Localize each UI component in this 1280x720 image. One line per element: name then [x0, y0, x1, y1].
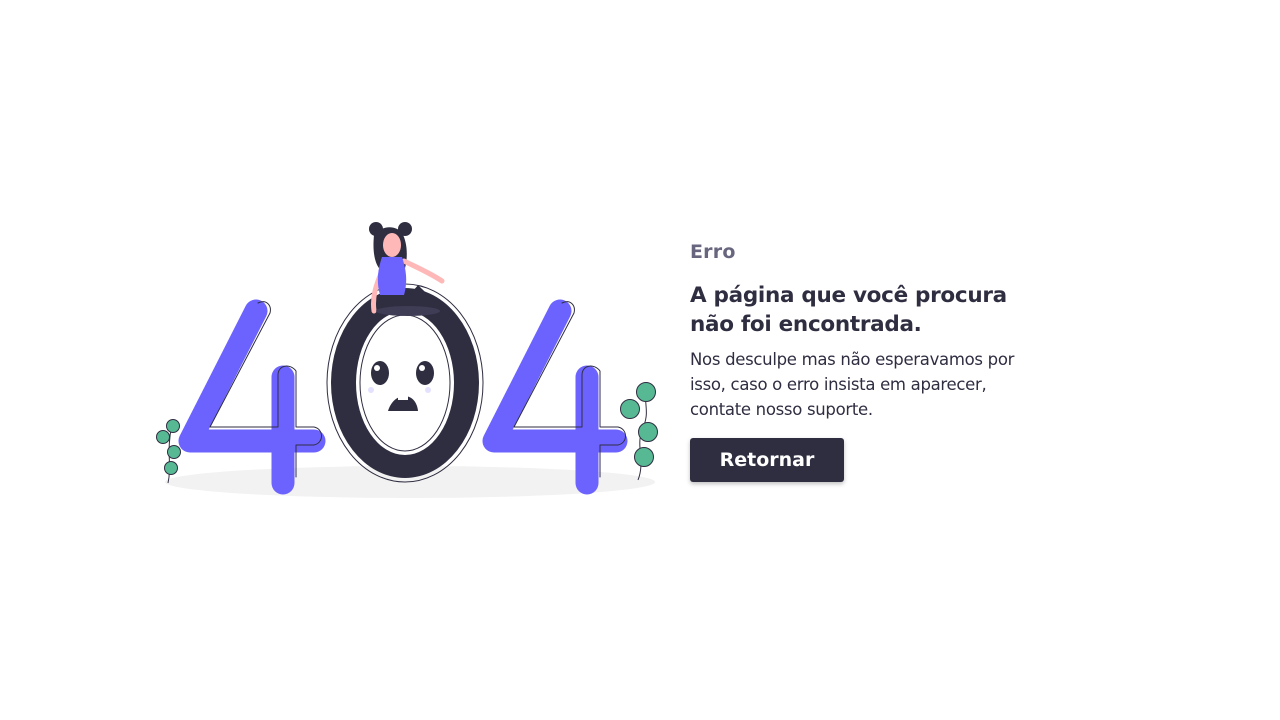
left-eye	[371, 361, 389, 385]
error-description: Nos desculpe mas não esperavamos por iss…	[690, 350, 1015, 419]
error-label: Erro	[690, 241, 736, 263]
return-button[interactable]: Retornar	[690, 438, 844, 482]
plant-icon	[620, 382, 658, 481]
error-title: A página que você procura não foi encont…	[690, 283, 1007, 337]
error-content: Erro A página que você procura não foi e…	[690, 238, 1050, 482]
digit-four-left	[178, 299, 326, 495]
digit-four-right	[482, 299, 628, 495]
not-found-page: Erro A página que você procura não foi e…	[0, 0, 1280, 720]
illustration-svg	[156, 222, 658, 498]
plant-icon	[156, 419, 181, 484]
illustration-404	[150, 215, 665, 505]
right-eye	[416, 361, 434, 385]
